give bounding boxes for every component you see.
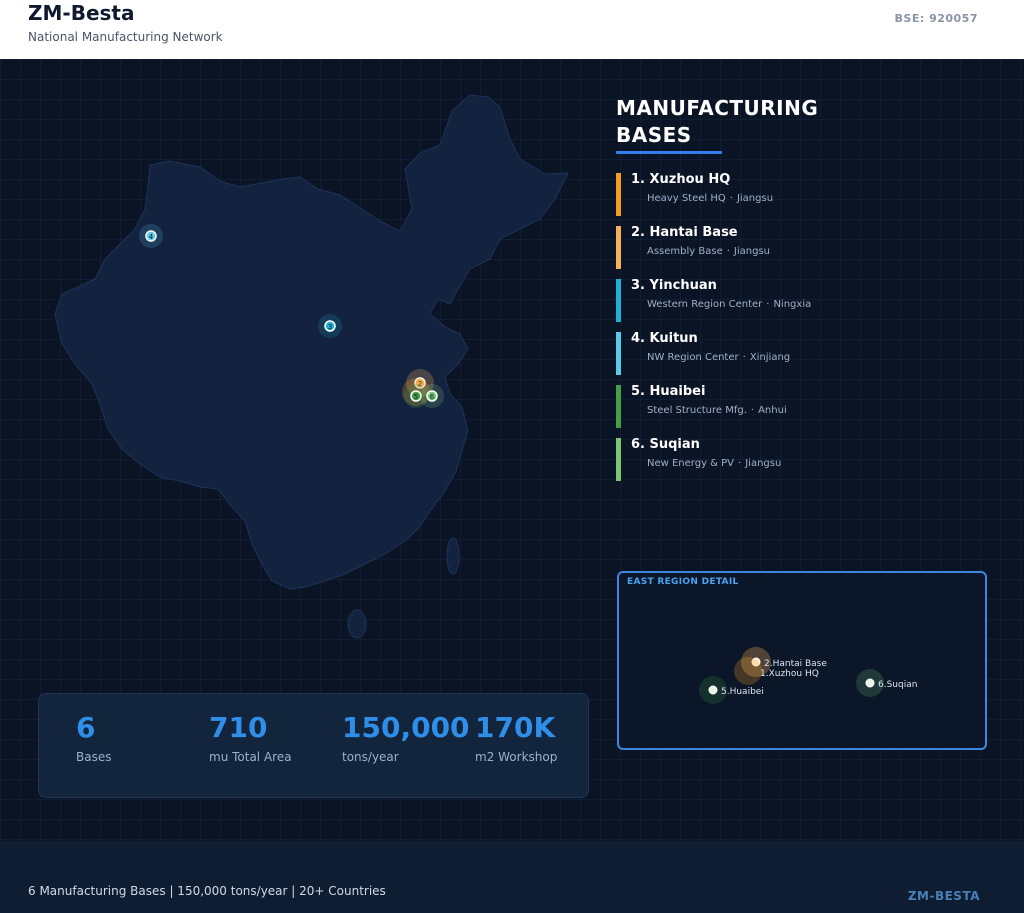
base-color-bar bbox=[616, 332, 621, 375]
stock-code: BSE: 920057 bbox=[894, 12, 978, 25]
base-name: 2. Hantai Base bbox=[631, 225, 738, 240]
base-meta: NW Region Center · Xinjiang bbox=[647, 352, 791, 363]
stat-value: 150,000 bbox=[342, 711, 470, 744]
brand-title: ZM-Besta bbox=[28, 1, 135, 25]
east-suqian-marker[interactable] bbox=[865, 678, 875, 688]
base-name: 4. Kuitun bbox=[631, 331, 698, 346]
base-province: Ningxia bbox=[773, 299, 812, 310]
stat-label: m2 Workshop bbox=[475, 750, 558, 764]
base-name: 3. Yinchuan bbox=[631, 278, 717, 293]
yinchuan-marker-number: 3 bbox=[328, 323, 332, 331]
stat-value: 170K bbox=[475, 711, 556, 744]
base-province: Xinjiang bbox=[749, 352, 791, 363]
base-color-bar bbox=[616, 438, 621, 481]
east-huaibei-label: 5.Huaibei bbox=[721, 687, 764, 697]
map-area: 4 3 2 5 6 MANUFACTURING BASES 1. Xuzhou … bbox=[0, 59, 1024, 841]
header: ZM-Besta National Manufacturing Network … bbox=[0, 0, 1024, 59]
base-name: 1. Xuzhou HQ bbox=[631, 172, 731, 187]
base-color-bar bbox=[616, 173, 621, 216]
base-province: Jiangsu bbox=[736, 193, 774, 204]
suqian-marker-number: 6 bbox=[430, 393, 435, 401]
stats-panel: 6 Bases 710 mu Total Area 150,000 tons/y… bbox=[38, 693, 589, 798]
base-list: 1. Xuzhou HQ Heavy Steel HQ · Jiangsu 2. H… bbox=[616, 172, 976, 490]
base-name: 5. Huaibei bbox=[631, 384, 706, 399]
stat-bases: 6 Bases bbox=[76, 708, 111, 764]
stat-label: mu Total Area bbox=[209, 750, 292, 764]
base-name: 6. Suqian bbox=[631, 437, 700, 452]
base-item-kuitun[interactable]: 4. Kuitun NW Region Center · Xinjiang bbox=[616, 331, 976, 384]
base-type: Steel Structure Mfg. bbox=[647, 405, 747, 416]
brand-subtitle: National Manufacturing Network bbox=[28, 30, 223, 44]
stat-label: tons/year bbox=[342, 750, 399, 764]
taiwan-island bbox=[446, 537, 460, 575]
base-color-bar bbox=[616, 226, 621, 269]
base-meta: Western Region Center · Ningxia bbox=[647, 299, 812, 310]
east-region-detail: EAST REGION DETAIL 2.Hantai Base 1.Xuzho… bbox=[617, 571, 987, 750]
base-type: Assembly Base bbox=[647, 246, 723, 257]
base-meta: Assembly Base · Jiangsu bbox=[647, 246, 771, 257]
stat-label: Bases bbox=[76, 750, 112, 764]
base-item-hantai[interactable]: 2. Hantai Base Assembly Base · Jiangsu bbox=[616, 225, 976, 278]
base-province: Jiangsu bbox=[745, 458, 782, 469]
east-xuzhou-label: 1.Xuzhou HQ bbox=[760, 669, 819, 679]
base-meta: Heavy Steel HQ · Jiangsu bbox=[647, 193, 774, 204]
stat-capacity: 150,000 tons/year bbox=[342, 708, 470, 764]
base-meta: New Energy & PV · Jiangsu bbox=[647, 458, 782, 469]
east-suqian-label: 6.Suqian bbox=[878, 680, 917, 690]
base-color-bar bbox=[616, 385, 621, 428]
east-xuzhou-halo[interactable] bbox=[734, 657, 762, 685]
hainan-island bbox=[347, 609, 367, 639]
kuitun-marker-number: 4 bbox=[149, 233, 154, 241]
base-province: Jiangsu bbox=[733, 246, 771, 257]
footer-summary: 6 Manufacturing Bases | 150,000 tons/yea… bbox=[28, 884, 386, 898]
base-type: New Energy & PV bbox=[647, 458, 735, 469]
huaibei-marker-number: 5 bbox=[414, 393, 418, 401]
base-item-xuzhou[interactable]: 1. Xuzhou HQ Heavy Steel HQ · Jiangsu bbox=[616, 172, 976, 225]
stat-workshop: 170K m2 Workshop bbox=[475, 708, 557, 764]
east-huaibei-marker[interactable] bbox=[708, 685, 718, 695]
base-type: Western Region Center bbox=[647, 299, 763, 310]
base-meta: Steel Structure Mfg. · Anhui bbox=[647, 405, 787, 416]
panel-title-underline bbox=[616, 151, 722, 154]
base-color-bar bbox=[616, 279, 621, 322]
base-item-suqian[interactable]: 6. Suqian New Energy & PV · Jiangsu bbox=[616, 437, 976, 490]
china-landmass bbox=[54, 94, 569, 590]
base-province: Anhui bbox=[758, 405, 787, 416]
panel-title: MANUFACTURING BASES bbox=[616, 96, 819, 147]
east-hantai-label: 2.Hantai Base bbox=[764, 659, 827, 669]
base-item-yinchuan[interactable]: 3. Yinchuan Western Region Center · Ningxi… bbox=[616, 278, 976, 331]
stat-area: 710 mu Total Area bbox=[209, 708, 292, 764]
base-item-huaibei[interactable]: 5. Huaibei Steel Structure Mfg. · Anhui bbox=[616, 384, 976, 437]
stat-value: 710 bbox=[209, 711, 268, 744]
base-type: Heavy Steel HQ bbox=[647, 193, 726, 204]
footer: 6 Manufacturing Bases | 150,000 tons/yea… bbox=[0, 841, 1024, 913]
footer-brand: ZM-BESTA bbox=[907, 889, 980, 903]
stat-value: 6 bbox=[76, 711, 96, 744]
east-region-map: 2.Hantai Base 1.Xuzhou HQ 5.Huaibei 6.Su… bbox=[699, 647, 917, 704]
base-type: NW Region Center bbox=[647, 352, 739, 363]
